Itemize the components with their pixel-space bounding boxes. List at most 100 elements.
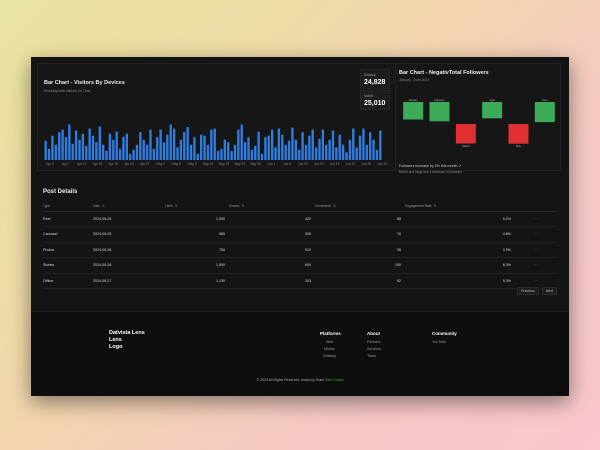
- visitors-bar[interactable]: [98, 126, 101, 160]
- visitors-bar[interactable]: [203, 135, 206, 160]
- visitors-bar[interactable]: [379, 130, 382, 160]
- column-header-type[interactable]: Type: [43, 201, 93, 212]
- footer-link-team[interactable]: Team: [367, 354, 381, 358]
- visitors-bar[interactable]: [341, 144, 345, 160]
- visitors-bar[interactable]: [210, 129, 213, 160]
- visitors-bar[interactable]: [54, 144, 58, 160]
- visitors-bar[interactable]: [270, 129, 274, 160]
- visitors-bar[interactable]: [216, 150, 220, 160]
- visitors-bar[interactable]: [135, 144, 139, 160]
- visitors-bar[interactable]: [220, 148, 223, 160]
- next-button[interactable]: Next: [542, 287, 557, 295]
- visitors-bar[interactable]: [233, 144, 237, 160]
- visitors-bar[interactable]: [331, 130, 335, 160]
- visitors-bar[interactable]: [156, 137, 159, 160]
- visitors-bar[interactable]: [368, 132, 372, 160]
- visitors-bar[interactable]: [281, 134, 284, 160]
- followers-bar[interactable]: [403, 102, 424, 120]
- visitors-bar[interactable]: [321, 129, 325, 160]
- visitors-bar[interactable]: [372, 139, 375, 160]
- visitors-bar[interactable]: [162, 142, 166, 160]
- visitors-bar[interactable]: [51, 135, 54, 160]
- visitors-bar[interactable]: [64, 137, 68, 160]
- visitors-bar[interactable]: [91, 135, 95, 160]
- visitors-bar[interactable]: [287, 140, 291, 160]
- visitors-bar[interactable]: [318, 138, 321, 160]
- sort-icon[interactable]: ⇅: [333, 204, 336, 208]
- visitors-bar[interactable]: [284, 144, 287, 160]
- visitors-bar[interactable]: [358, 135, 362, 160]
- visitors-bar[interactable]: [250, 149, 254, 160]
- row-menu-icon[interactable]: ···: [515, 226, 557, 243]
- visitors-bar[interactable]: [254, 145, 257, 160]
- visitors-bar[interactable]: [105, 150, 108, 160]
- visitors-bar[interactable]: [328, 139, 331, 160]
- visitors-bar[interactable]: [112, 139, 115, 160]
- visitors-bar[interactable]: [291, 127, 294, 160]
- visitors-bar[interactable]: [122, 136, 125, 160]
- footer-link-desktop[interactable]: Desktop: [323, 354, 341, 358]
- visitors-bar[interactable]: [172, 128, 176, 160]
- visitors-bar[interactable]: [362, 128, 365, 160]
- visitors-bar[interactable]: [227, 142, 230, 160]
- footer-link-services[interactable]: Services: [367, 347, 381, 351]
- visitors-bar[interactable]: [240, 124, 243, 160]
- table-row[interactable]: Photos 2024-05-26 750 512 95 3.9% ···: [43, 242, 557, 258]
- visitors-bar[interactable]: [169, 124, 172, 160]
- visitors-bar[interactable]: [375, 149, 379, 160]
- visitors-bar[interactable]: [115, 131, 118, 160]
- visitors-bar[interactable]: [61, 129, 64, 160]
- visitors-bar[interactable]: [277, 128, 281, 160]
- visitors-bar[interactable]: [237, 129, 240, 160]
- column-header-shares[interactable]: Shares ⇅: [229, 201, 315, 212]
- visitors-bar[interactable]: [166, 134, 169, 160]
- visitors-bar[interactable]: [44, 140, 47, 160]
- visitors-bar[interactable]: [58, 132, 61, 160]
- followers-bar[interactable]: [455, 124, 476, 144]
- table-row[interactable]: Stories 2024-05-26 1,500 600 150 6.3% ···: [43, 257, 557, 274]
- visitors-bar[interactable]: [71, 143, 74, 160]
- visitors-bar[interactable]: [74, 130, 78, 160]
- visitors-bar[interactable]: [348, 139, 352, 160]
- visitors-bar[interactable]: [243, 142, 247, 160]
- visitors-bar[interactable]: [179, 139, 183, 160]
- sort-icon[interactable]: ⇅: [175, 204, 178, 208]
- column-header-likes[interactable]: Likes ⇅: [165, 201, 229, 212]
- table-row[interactable]: Reel 2024-05-24 1,050 422 88 5.2% ···: [43, 211, 557, 227]
- table-row[interactable]: Offline 2024-05-27 1,130 303 82 5.3% ···: [43, 273, 557, 289]
- sort-icon[interactable]: ⇅: [434, 204, 437, 208]
- visitors-bar[interactable]: [132, 149, 135, 160]
- visitors-bar[interactable]: [325, 144, 328, 160]
- visitors-bar[interactable]: [338, 134, 341, 160]
- footer-link-partners[interactable]: Partners: [367, 340, 381, 344]
- followers-bar[interactable]: [482, 102, 503, 119]
- visitors-bar[interactable]: [149, 129, 152, 160]
- brand-link[interactable]: Zero Codes: [325, 378, 343, 382]
- visitors-bar[interactable]: [355, 147, 358, 160]
- visitors-bar[interactable]: [139, 132, 142, 160]
- visitors-bar[interactable]: [108, 133, 112, 160]
- visitors-bar[interactable]: [298, 149, 301, 160]
- row-menu-icon[interactable]: ···: [515, 242, 557, 258]
- table-row[interactable]: Carousel 2024-05-25 980 305 76 4.8% ···: [43, 226, 557, 243]
- visitors-bar[interactable]: [264, 137, 267, 160]
- visitors-bar[interactable]: [176, 147, 179, 160]
- visitors-bar[interactable]: [365, 144, 368, 160]
- visitors-bar[interactable]: [311, 129, 314, 160]
- visitors-bar[interactable]: [118, 148, 122, 160]
- visitors-bar[interactable]: [152, 148, 156, 160]
- visitors-bar[interactable]: [301, 132, 304, 160]
- visitors-bar[interactable]: [314, 147, 318, 160]
- visitors-bar[interactable]: [183, 132, 186, 160]
- visitors-bar[interactable]: [199, 134, 203, 160]
- footer-link-mobile[interactable]: Mobile: [324, 347, 341, 351]
- column-header-engagement[interactable]: Engagement Rate ⇅: [405, 201, 515, 212]
- visitors-bar[interactable]: [129, 153, 132, 160]
- visitors-bar[interactable]: [68, 124, 71, 160]
- column-header-comments[interactable]: Comments ⇅: [315, 201, 405, 212]
- visitors-bar[interactable]: [101, 144, 105, 160]
- sort-icon[interactable]: ⇅: [102, 204, 105, 208]
- followers-bar[interactable]: [534, 102, 555, 123]
- followers-bar[interactable]: [429, 102, 450, 122]
- visitors-bar[interactable]: [85, 145, 88, 160]
